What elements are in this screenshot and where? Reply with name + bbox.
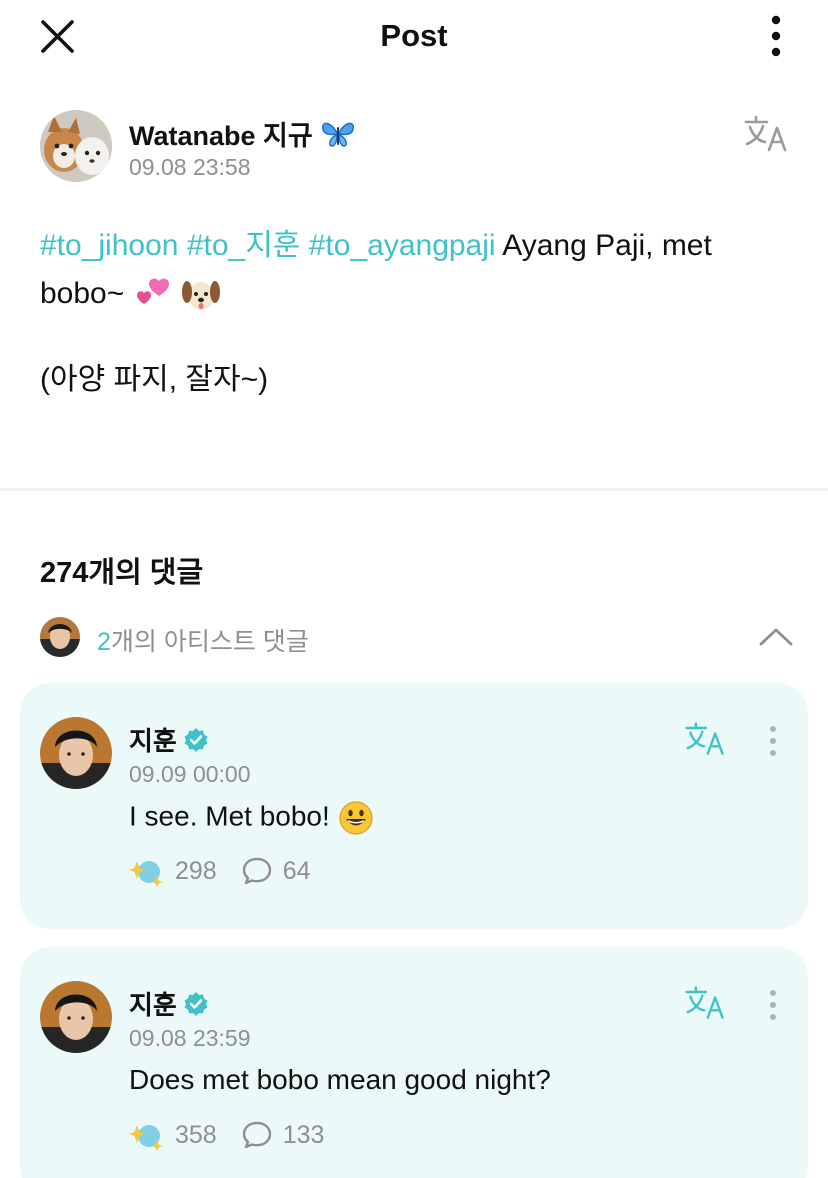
two-hearts-emoji <box>136 278 169 305</box>
post-text-line2: bobo~ <box>40 277 125 310</box>
avatar[interactable] <box>40 110 112 182</box>
translate-comment-button[interactable] <box>684 719 728 759</box>
author-name-row[interactable]: Watanabe 지규 <box>129 114 355 153</box>
like-button[interactable]: 298 <box>129 855 217 887</box>
artist-comments-text: 개의 아티스트 댓글 <box>110 628 309 656</box>
artist-comments-toggle[interactable]: 2개의 아티스트 댓글 <box>40 616 796 660</box>
more-vertical-icon <box>770 726 776 756</box>
comment-author-row[interactable]: 지훈 <box>129 985 209 1022</box>
top-bar: Post <box>0 0 828 72</box>
hashtag-link[interactable]: #to_jihoon <box>40 229 178 262</box>
chevron-up-icon[interactable] <box>756 622 796 652</box>
like-button[interactable]: 358 <box>129 1119 217 1151</box>
sparkle-react-icon <box>129 1125 164 1151</box>
speech-bubble-icon <box>242 857 271 885</box>
hashtag-link[interactable]: #to_지훈 <box>187 229 301 262</box>
comments-count: 274개의 댓글 <box>40 557 204 589</box>
comment-author-row[interactable]: 지훈 <box>129 721 209 758</box>
reply-button[interactable]: 133 <box>241 1120 325 1150</box>
translate-icon <box>685 722 724 755</box>
section-divider <box>0 488 828 491</box>
speech-bubble-icon <box>242 1121 271 1149</box>
translate-post-button[interactable] <box>743 114 791 154</box>
sparkle-react-icon <box>129 861 164 887</box>
smiley-emoji <box>338 801 373 835</box>
artist-comments-label: 2개의 아티스트 댓글 <box>97 622 309 658</box>
verified-badge-icon <box>184 991 208 1016</box>
post-translation-text: (아양 파지, 잘자~) <box>40 363 269 396</box>
page-title: Post <box>380 18 448 53</box>
comment-text: I see. Met bobo! <box>129 800 374 836</box>
artist-comment-card: 지훈 09.08 23:59 Does met bobo mean good n… <box>20 947 808 1178</box>
post-timestamp: 09.08 23:58 <box>129 154 251 180</box>
more-options-button[interactable] <box>756 12 796 60</box>
like-count: 298 <box>175 856 217 885</box>
translate-comment-button[interactable] <box>684 983 728 1023</box>
translate-icon <box>744 115 787 152</box>
reply-button[interactable]: 64 <box>241 856 311 886</box>
verified-badge-icon <box>184 727 208 752</box>
artist-comment-card: 지훈 09.09 00:00 I see. Met bobo! 298 64 <box>20 683 808 929</box>
author-name[interactable]: Watanabe 지규 <box>129 114 313 153</box>
translate-icon <box>685 986 724 1019</box>
more-vertical-icon <box>770 990 776 1020</box>
artist-comments-count: 2 <box>97 628 111 656</box>
post-author: Watanabe 지규 09.08 23:58 <box>40 110 800 186</box>
more-vertical-icon <box>771 15 781 57</box>
avatar[interactable] <box>40 717 112 789</box>
reply-count: 133 <box>282 1120 325 1149</box>
comment-actions: 358 133 <box>129 1119 324 1151</box>
comment-more-button[interactable] <box>758 723 788 763</box>
comment-more-button[interactable] <box>758 987 788 1027</box>
comment-author[interactable]: 지훈 <box>129 985 177 1022</box>
comment-text: Does met bobo mean good night? <box>129 1064 551 1095</box>
post-content: #to_jihoon #to_지훈 #to_ayangpaji Ayang Pa… <box>40 222 790 318</box>
comment-timestamp: 09.08 23:59 <box>129 1025 251 1051</box>
comment-timestamp: 09.09 00:00 <box>129 761 251 787</box>
post-text-line1: Ayang Paji, met <box>502 229 712 262</box>
comment-actions: 298 64 <box>129 855 311 887</box>
hashtag-link[interactable]: #to_ayangpaji <box>309 229 496 262</box>
dog-face-emoji <box>181 281 220 311</box>
avatar <box>40 617 80 657</box>
comment-author[interactable]: 지훈 <box>129 721 177 758</box>
reply-count: 64 <box>282 856 311 885</box>
like-count: 358 <box>175 1120 217 1149</box>
avatar[interactable] <box>40 981 112 1053</box>
butterfly-emoji <box>321 122 354 147</box>
